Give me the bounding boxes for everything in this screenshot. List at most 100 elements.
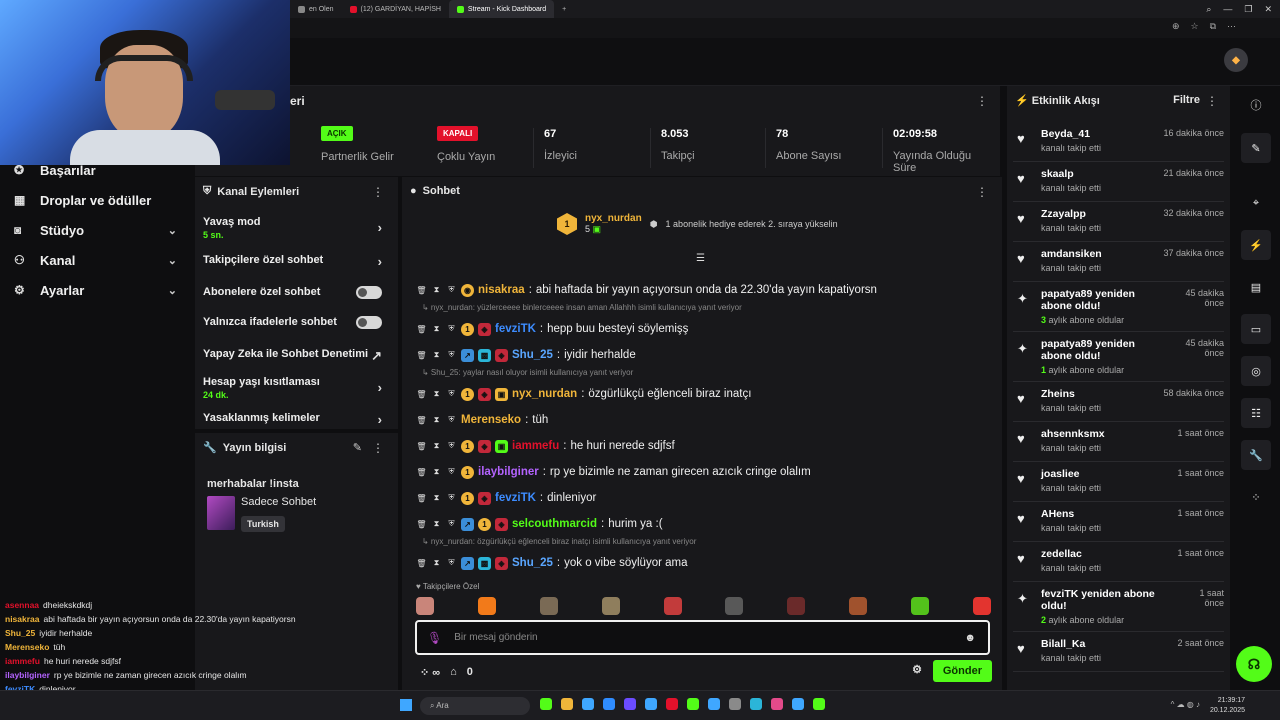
taskbar-app-icon[interactable] (771, 698, 783, 710)
ban-icon[interactable]: ⛨ (446, 441, 457, 451)
ban-icon[interactable]: ⛨ (446, 350, 457, 360)
menu-icon[interactable]: ⋯ (1227, 21, 1236, 32)
sidebar-item-2[interactable]: ▦ Droplar ve ödüller (0, 185, 195, 215)
channel-action-4[interactable]: Yalnızca ifadelerle sohbet (203, 316, 390, 329)
channel-action-6[interactable]: Hesap yaşı kısıtlaması 24 dk. › (203, 376, 390, 400)
stream-info-menu-icon[interactable]: ⋮ (372, 441, 384, 455)
document-icon[interactable]: ▤ (1241, 272, 1271, 302)
chevron-right-icon[interactable]: › (378, 220, 382, 235)
sidebar-item-5[interactable]: ⚙ Ayarlar ⌄ (0, 275, 195, 305)
broadcast-icon[interactable]: ◎ (1241, 356, 1271, 386)
chat-settings-icon[interactable]: ⚙ (912, 663, 922, 676)
delete-icon[interactable]: 🗑 (416, 325, 427, 334)
timeout-icon[interactable]: ⧗ (431, 467, 442, 477)
channel-action-5[interactable]: Yapay Zeka ile Sohbet Denetimi ↗ (203, 348, 390, 363)
chat-username[interactable]: nisakraa (478, 284, 525, 296)
taskbar-app-icon[interactable] (708, 698, 720, 710)
chat-icon[interactable]: ▭ (1241, 314, 1271, 344)
ban-icon[interactable]: ⛨ (446, 285, 457, 295)
delete-icon[interactable]: 🗑 (416, 390, 427, 399)
toggle-switch[interactable] (356, 286, 382, 299)
filter-button[interactable]: Filtre (1173, 94, 1200, 106)
timeout-icon[interactable]: ⧗ (431, 558, 442, 568)
points-icon[interactable]: ⁘ ∞ (420, 666, 440, 679)
chat-message[interactable]: 🗑 ⧗ ⛨ 1 ◈ fevziTK: dinleniyor (416, 485, 996, 511)
timeout-icon[interactable]: ⧗ (431, 519, 442, 529)
chat-username[interactable]: Shu_25 (512, 557, 553, 569)
channel-action-7[interactable]: Yasaklanmış kelimeler › (203, 412, 390, 427)
ban-icon[interactable]: ⛨ (446, 389, 457, 399)
chat-message[interactable]: 🗑 ⧗ ⛨ ◉ nisakraa: abi haftada bir yayın açıyo… (416, 277, 996, 303)
chat-username[interactable]: fevziTK (495, 492, 536, 504)
channel-actions-menu-icon[interactable]: ⋮ (372, 185, 384, 199)
microphone-icon[interactable]: 🎙 (427, 631, 442, 645)
taskbar-app-icon[interactable] (645, 698, 657, 710)
taskbar-search[interactable]: ⌕ Ara (420, 697, 530, 715)
chat-message[interactable]: 🗑 ⧗ ⛨ ↗ 1 ◈ selcouthmarcid: hurim ya :( (416, 511, 996, 537)
delete-icon[interactable]: 🗑 (416, 351, 427, 360)
avatar[interactable]: ◆ (1224, 48, 1248, 72)
emoji-icon[interactable]: ☻ (964, 632, 976, 644)
chat-message[interactable]: 🗑 ⧗ ⛨ Merenseko: tüh (416, 407, 996, 433)
emote-icon[interactable] (416, 597, 434, 615)
edit-icon[interactable]: ✎ (1241, 133, 1271, 163)
timeout-icon[interactable]: ⧗ (431, 493, 442, 503)
extensions-icon[interactable]: ⧉ (1210, 21, 1216, 32)
layout-icon[interactable]: ☷ (1241, 398, 1271, 428)
delete-icon[interactable]: 🗑 (416, 416, 427, 425)
emote-icon[interactable] (787, 597, 806, 615)
store-icon[interactable]: ⌂ (450, 666, 457, 678)
chat-username[interactable]: fevziTK (495, 323, 536, 335)
taskbar-app-icon[interactable] (582, 698, 594, 710)
taskbar-app-icon[interactable] (624, 698, 636, 710)
emote-icon[interactable] (477, 597, 496, 615)
taskbar-app-icon[interactable] (729, 698, 741, 710)
emote-icon[interactable] (972, 597, 991, 615)
browser-tab[interactable]: (12) GARDİYAN, HAPİSH (342, 0, 449, 18)
chat-username[interactable]: Shu_25 (512, 349, 553, 361)
chat-input[interactable]: 🎙 Bir mesaj gönderin ☻ (415, 620, 990, 655)
sidebar-item-4[interactable]: ⚇ Kanal ⌄ (0, 245, 195, 275)
close-icon[interactable]: ✕ (1264, 4, 1272, 15)
chat-username[interactable]: Merenseko (461, 414, 521, 426)
wrench-icon[interactable]: 🔧 (1241, 440, 1271, 470)
new-tab-button[interactable]: + (554, 0, 574, 18)
chat-message[interactable]: 🗑 ⧗ ⛨ ↗ ▩ ◈ Shu_25: yok o vibe söylüyor ama (416, 550, 996, 576)
delete-icon[interactable]: 🗑 (416, 286, 427, 295)
delete-icon[interactable]: 🗑 (416, 494, 427, 503)
browser-tab[interactable]: Stream - Kick Dashboard (448, 0, 555, 18)
stats-menu-icon[interactable]: ⋮ (976, 94, 988, 108)
minimize-icon[interactable]: — (1223, 4, 1232, 14)
chat-username[interactable]: ilaybilginer (478, 466, 539, 478)
chat-username[interactable]: selcouthmarcid (512, 518, 597, 530)
scan-icon[interactable]: ⌖ (1241, 188, 1271, 218)
channel-action-1[interactable]: Yavaş mod 5 sn. › (203, 216, 390, 240)
delete-icon[interactable]: 🗑 (416, 520, 427, 529)
taskbar-app-icon[interactable] (540, 698, 552, 710)
timeout-icon[interactable]: ⧗ (431, 285, 442, 295)
timeout-icon[interactable]: ⧗ (431, 389, 442, 399)
timeout-icon[interactable]: ⧗ (431, 350, 442, 360)
taskbar-app-icon[interactable] (603, 698, 615, 710)
chevron-right-icon[interactable]: › (378, 380, 382, 395)
chat-message[interactable]: 🗑 ⧗ ⛨ 1 ◈ fevziTK: hepp buu besteyi söylemişş (416, 316, 996, 342)
emote-icon[interactable] (911, 597, 929, 615)
toggle-switch[interactable] (356, 316, 382, 329)
chat-username[interactable]: iammefu (512, 440, 559, 452)
emote-icon[interactable] (601, 597, 620, 615)
timeout-icon[interactable]: ⧗ (431, 415, 442, 425)
ban-icon[interactable]: ⛨ (446, 493, 457, 503)
taskbar-app-icon[interactable] (687, 698, 699, 710)
emote-icon[interactable] (849, 597, 868, 615)
taskbar-app-icon[interactable] (561, 698, 573, 710)
bookmark-icon[interactable]: ☆ (1190, 21, 1198, 32)
chat-message[interactable]: 🗑 ⧗ ⛨ 1 ilaybilginer: rp ye bizimle ne zaman … (416, 459, 996, 485)
taskbar-app-icon[interactable] (666, 698, 678, 710)
timeout-icon[interactable]: ⧗ (431, 441, 442, 451)
chevron-right-icon[interactable]: › (378, 254, 382, 269)
bolt-icon[interactable]: ⚡ (1241, 230, 1271, 260)
chat-username[interactable]: nyx_nurdan (512, 388, 577, 400)
info-icon[interactable]: ⓘ (1241, 90, 1271, 120)
ban-icon[interactable]: ⛨ (446, 558, 457, 568)
timeout-icon[interactable]: ⧗ (431, 324, 442, 334)
